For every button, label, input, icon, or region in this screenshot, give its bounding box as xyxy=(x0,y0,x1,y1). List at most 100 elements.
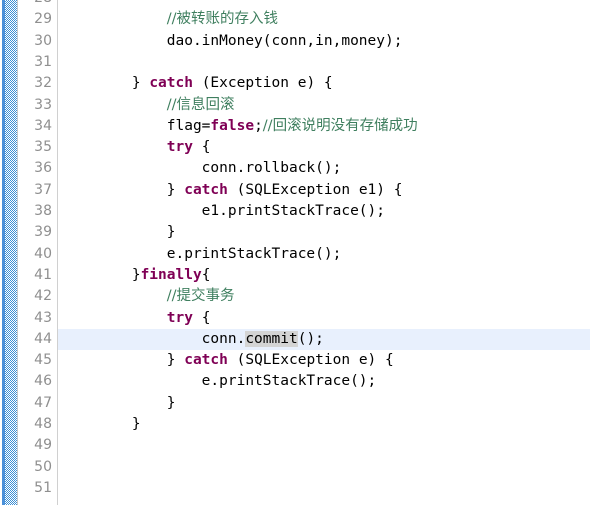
code-line[interactable] xyxy=(58,0,590,9)
code-token: conn.rollback(); xyxy=(62,160,342,177)
code-line[interactable]: } xyxy=(58,414,590,435)
code-token: { xyxy=(192,139,211,156)
line-number[interactable]: 35 xyxy=(19,137,52,158)
code-editor-window: 2829303132333435363738394041424344454647… xyxy=(0,0,590,505)
code-line-content: e1.printStackTrace(); xyxy=(58,201,385,222)
line-number[interactable]: 50 xyxy=(19,457,52,478)
java-keyword: try xyxy=(166,139,193,156)
line-number[interactable]: 49 xyxy=(19,435,52,456)
line-number[interactable]: 46 xyxy=(19,371,52,392)
code-line[interactable]: } catch (Exception e) { xyxy=(58,73,590,94)
code-token: (SQLException e) { xyxy=(227,352,394,369)
line-number[interactable]: 38 xyxy=(19,201,52,222)
code-token: } xyxy=(62,224,176,241)
code-line[interactable]: } catch (SQLException e) { xyxy=(58,350,590,371)
code-token: e.printStackTrace(); xyxy=(62,245,342,262)
line-number[interactable]: 32 xyxy=(19,73,52,94)
code-line[interactable] xyxy=(58,435,590,456)
code-line-content: flag=false;//回滚说明没有存储成功 xyxy=(58,116,418,137)
code-token: e1.printStackTrace(); xyxy=(62,203,386,219)
line-number[interactable]: 48 xyxy=(19,414,52,435)
code-line[interactable]: try { xyxy=(58,137,590,158)
line-number[interactable]: 41 xyxy=(19,265,52,286)
line-number[interactable]: 36 xyxy=(19,158,52,179)
code-line-content: } catch (SQLException e1) { xyxy=(58,180,403,201)
code-comment: //信息回滚 xyxy=(166,96,235,113)
code-line[interactable]: } xyxy=(58,393,590,414)
code-line[interactable]: flag=false;//回滚说明没有存储成功 xyxy=(58,116,590,137)
code-line-content: } xyxy=(58,222,176,243)
java-keyword: catch xyxy=(184,181,228,198)
line-number[interactable]: 34 xyxy=(19,116,52,137)
code-line-content: //提交事务 xyxy=(58,286,235,307)
code-text-area[interactable]: //被转账的存入钱 dao.inMoney(conn,in,money); } … xyxy=(58,0,590,505)
line-number[interactable]: 30 xyxy=(19,31,52,52)
line-number[interactable]: 45 xyxy=(19,350,52,371)
scrollbar-thumb[interactable] xyxy=(5,0,17,505)
code-line-content: e.printStackTrace(); xyxy=(58,244,342,265)
line-number[interactable]: 31 xyxy=(19,52,52,73)
code-line[interactable] xyxy=(58,478,590,499)
line-number[interactable]: 29 xyxy=(19,9,52,30)
code-comment: //提交事务 xyxy=(166,288,235,305)
line-number-gutter[interactable]: 2829303132333435363738394041424344454647… xyxy=(19,0,57,505)
line-number[interactable]: 47 xyxy=(19,393,52,414)
code-token: ; xyxy=(254,117,263,134)
code-line-content: } xyxy=(58,393,176,414)
line-number[interactable]: 51 xyxy=(19,478,52,499)
code-token: { xyxy=(192,309,211,326)
code-comment: //回滚说明没有存储成功 xyxy=(262,117,418,134)
code-line-content: } xyxy=(58,414,141,435)
code-line[interactable]: e.printStackTrace(); xyxy=(58,371,590,392)
code-token: } xyxy=(62,181,185,198)
line-number[interactable]: 40 xyxy=(19,244,52,265)
code-token: { xyxy=(201,266,211,283)
occurrence-highlight: commit xyxy=(245,330,298,347)
code-token: } xyxy=(62,266,141,283)
line-number[interactable]: 43 xyxy=(19,308,52,329)
code-line[interactable]: conn.rollback(); xyxy=(58,158,590,179)
line-number[interactable]: 42 xyxy=(19,286,52,307)
code-line-current[interactable]: conn.commit(); xyxy=(58,328,590,350)
java-keyword: try xyxy=(166,309,193,326)
line-number[interactable]: 39 xyxy=(19,222,52,243)
code-line-content: }finally{ xyxy=(58,265,211,286)
code-line[interactable]: e.printStackTrace(); xyxy=(58,244,590,265)
code-line-content: e.printStackTrace(); xyxy=(58,371,377,392)
code-line-content: } catch (Exception e) { xyxy=(58,73,333,94)
code-line-content: conn.commit(); xyxy=(58,329,324,350)
code-comment: //被转账的存入钱 xyxy=(166,11,279,28)
code-line[interactable]: //被转账的存入钱 xyxy=(58,9,590,30)
code-line[interactable]: dao.inMoney(conn,in,money); xyxy=(58,31,590,52)
code-token: } xyxy=(62,416,141,432)
code-token: (); xyxy=(297,330,324,347)
code-line[interactable]: try { xyxy=(58,308,590,329)
code-line-content: dao.inMoney(conn,in,money); xyxy=(58,31,403,52)
line-number[interactable]: 37 xyxy=(19,180,52,201)
code-token: (Exception e) { xyxy=(192,75,333,92)
line-number[interactable]: 33 xyxy=(19,95,52,116)
code-line-content: try { xyxy=(58,137,211,158)
code-line[interactable]: //提交事务 xyxy=(58,286,590,307)
java-keyword: catch xyxy=(184,352,228,369)
code-line[interactable]: e1.printStackTrace(); xyxy=(58,201,590,222)
line-number[interactable]: 44 xyxy=(19,329,52,350)
code-line-content: //被转账的存入钱 xyxy=(58,9,278,30)
vertical-scrollbar[interactable] xyxy=(0,0,19,505)
code-line-content: //信息回滚 xyxy=(58,95,235,116)
code-line[interactable] xyxy=(58,457,590,478)
code-token: (SQLException e1) { xyxy=(227,181,403,198)
line-number[interactable]: 28 xyxy=(19,0,52,9)
code-line[interactable] xyxy=(58,52,590,73)
code-line[interactable]: } xyxy=(58,222,590,243)
code-line[interactable]: } catch (SQLException e1) { xyxy=(58,180,590,201)
java-keyword: false xyxy=(210,117,255,134)
code-token: flag= xyxy=(62,117,211,134)
code-line[interactable]: }finally{ xyxy=(58,265,590,286)
code-line[interactable]: //信息回滚 xyxy=(58,95,590,116)
code-line-content: conn.rollback(); xyxy=(58,158,342,179)
